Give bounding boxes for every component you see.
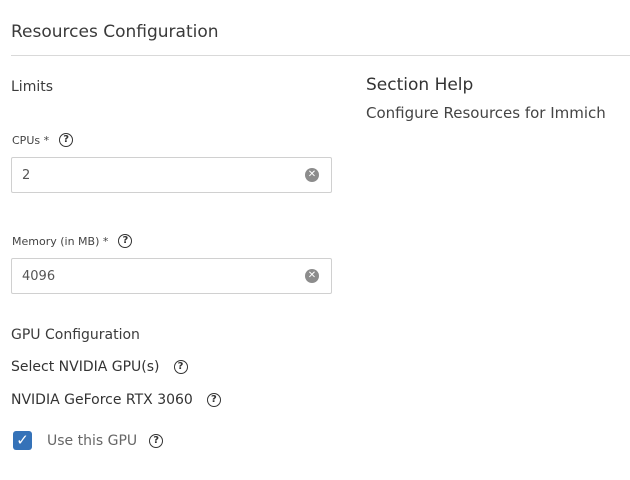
cpus-field: ✕ [11,157,332,193]
cpus-label-row: CPUs * ? [12,133,74,147]
limits-heading: Limits [11,79,53,95]
gpu-configuration-heading: GPU Configuration [11,327,140,343]
section-title: Resources Configuration [11,22,219,42]
section-divider [11,55,630,56]
checkmark-icon: ✓ [16,431,29,449]
use-gpu-row: ✓ Use this GPU ? [13,431,164,450]
clear-icon[interactable]: ✕ [305,168,319,182]
gpu-select-row: Select NVIDIA GPU(s) ? [11,359,188,375]
section-help-title: Section Help [366,75,474,95]
clear-icon[interactable]: ✕ [305,269,319,283]
memory-field: ✕ [11,258,332,294]
cpus-input[interactable] [22,167,305,183]
gpu-device-name: NVIDIA GeForce RTX 3060 [11,392,193,408]
help-icon[interactable]: ? [59,133,74,147]
help-icon[interactable]: ? [149,433,164,448]
gpu-device-row: NVIDIA GeForce RTX 3060 ? [11,392,221,408]
memory-label: Memory (in MB) * [12,234,109,248]
memory-input[interactable] [22,268,305,284]
help-icon[interactable]: ? [206,393,221,407]
help-icon[interactable]: ? [173,360,188,374]
section-help-text: Configure Resources for Immich [366,104,606,122]
gpu-select-label: Select NVIDIA GPU(s) [11,359,160,375]
cpus-label: CPUs * [12,133,50,147]
help-icon[interactable]: ? [118,234,133,248]
use-gpu-label[interactable]: Use this GPU [47,433,137,449]
memory-label-row: Memory (in MB) * ? [12,234,133,248]
use-gpu-checkbox[interactable]: ✓ [13,431,32,450]
